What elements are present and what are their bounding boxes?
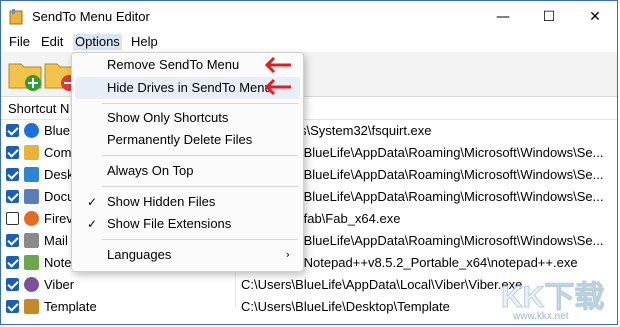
svg-text:KK下载: KK下载 xyxy=(501,281,604,314)
title-bar[interactable]: SendTo Menu Editor — ☐ ✕ xyxy=(1,1,617,33)
red-arrow-icon xyxy=(264,56,291,74)
row-path: s\System32\fsquirt.exe xyxy=(300,123,432,138)
menu-bar: File Edit Options Help xyxy=(1,32,617,52)
menu-item-label: Hide Drives in SendTo Menu xyxy=(107,80,272,95)
row-name: Viber xyxy=(44,277,75,292)
menu-help[interactable]: Help xyxy=(129,34,160,50)
row-name: Blue xyxy=(44,123,71,138)
row-checkbox[interactable] xyxy=(6,124,19,137)
minimize-button[interactable]: — xyxy=(480,1,526,33)
menu-file[interactable]: File xyxy=(7,34,32,50)
menu-edit[interactable]: Edit xyxy=(39,34,65,50)
row-checkbox[interactable] xyxy=(6,190,19,203)
viber-icon xyxy=(24,277,39,292)
menu-separator xyxy=(102,155,298,156)
menu-item-label: Show Only Shortcuts xyxy=(107,110,229,125)
menu-item-label: Always On Top xyxy=(107,163,194,178)
row-checkbox[interactable] xyxy=(6,212,19,225)
menu-show-extensions[interactable]: ✓ Show File Extensions xyxy=(75,213,300,235)
app-icon xyxy=(9,9,23,25)
row-path: \BlueLife\AppData\Roaming\Microsoft\Wind… xyxy=(300,145,604,160)
row-checkbox[interactable] xyxy=(6,300,19,313)
row-name: Mail xyxy=(44,233,68,248)
row-name: Firev xyxy=(44,211,73,226)
window-title: SendTo Menu Editor xyxy=(32,9,150,24)
row-path: \fab\Fab_x64.exe xyxy=(300,211,401,226)
row-name: Template xyxy=(44,299,97,314)
menu-show-only-shortcuts[interactable]: Show Only Shortcuts xyxy=(75,107,300,129)
maximize-button[interactable]: ☐ xyxy=(526,1,572,33)
app-window: SendTo Menu Editor — ☐ ✕ File Edit Optio… xyxy=(0,0,618,325)
row-path: C:\Users\BlueLife\Desktop\Template xyxy=(241,299,450,314)
row-name: Docu xyxy=(44,189,75,204)
menu-separator xyxy=(102,239,298,240)
row-path: \BlueLife\AppData\Roaming\Microsoft\Wind… xyxy=(300,233,604,248)
menu-languages[interactable]: Languages › xyxy=(75,244,300,266)
row-checkbox[interactable] xyxy=(6,146,19,159)
row-checkbox[interactable] xyxy=(6,168,19,181)
row-checkbox[interactable] xyxy=(6,234,19,247)
template-icon xyxy=(24,299,39,314)
row-name: Desk xyxy=(44,167,74,182)
menu-always-on-top[interactable]: Always On Top xyxy=(75,160,300,182)
notepad-icon xyxy=(24,255,39,270)
row-checkbox[interactable] xyxy=(6,278,19,291)
row-path: C:\Users\BlueLife\AppData\Local\Viber\Vi… xyxy=(241,277,523,292)
menu-item-label: Remove SendTo Menu xyxy=(107,57,240,72)
check-icon: ✓ xyxy=(87,195,98,209)
close-button[interactable]: ✕ xyxy=(572,1,618,33)
menu-item-label: Permanently Delete Files xyxy=(107,132,253,147)
red-arrow-icon xyxy=(264,78,291,96)
row-path: \BlueLife\AppData\Roaming\Microsoft\Wind… xyxy=(300,167,604,182)
column-header-name[interactable]: Shortcut N xyxy=(8,101,69,116)
menu-item-label: Show File Extensions xyxy=(107,216,232,231)
row-path: \Notepad++v8.5.2_Portable_x64\notepad++.… xyxy=(300,255,578,270)
bluetooth-icon xyxy=(24,123,39,138)
compressed-folder-icon xyxy=(24,145,39,160)
documents-icon xyxy=(24,189,39,204)
check-icon: ✓ xyxy=(87,217,98,231)
menu-options[interactable]: Options xyxy=(73,34,122,50)
folder-add-icon[interactable] xyxy=(7,56,43,92)
desktop-icon xyxy=(24,167,39,182)
row-path: \BlueLife\AppData\Roaming\Microsoft\Wind… xyxy=(300,189,604,204)
menu-item-label: Show Hidden Files xyxy=(107,194,216,209)
menu-item-label: Languages xyxy=(107,247,172,262)
chevron-right-icon: › xyxy=(285,248,290,261)
menu-separator xyxy=(102,103,298,104)
menu-separator xyxy=(102,186,298,187)
mail-icon xyxy=(24,233,39,248)
watermark-url: www.kkx.net xyxy=(513,311,569,322)
firefox-icon xyxy=(24,211,39,226)
row-checkbox[interactable] xyxy=(6,256,19,269)
menu-permanently-delete[interactable]: Permanently Delete Files xyxy=(75,129,300,151)
menu-show-hidden[interactable]: ✓ Show Hidden Files xyxy=(75,191,300,213)
row-name: Com xyxy=(44,145,72,160)
